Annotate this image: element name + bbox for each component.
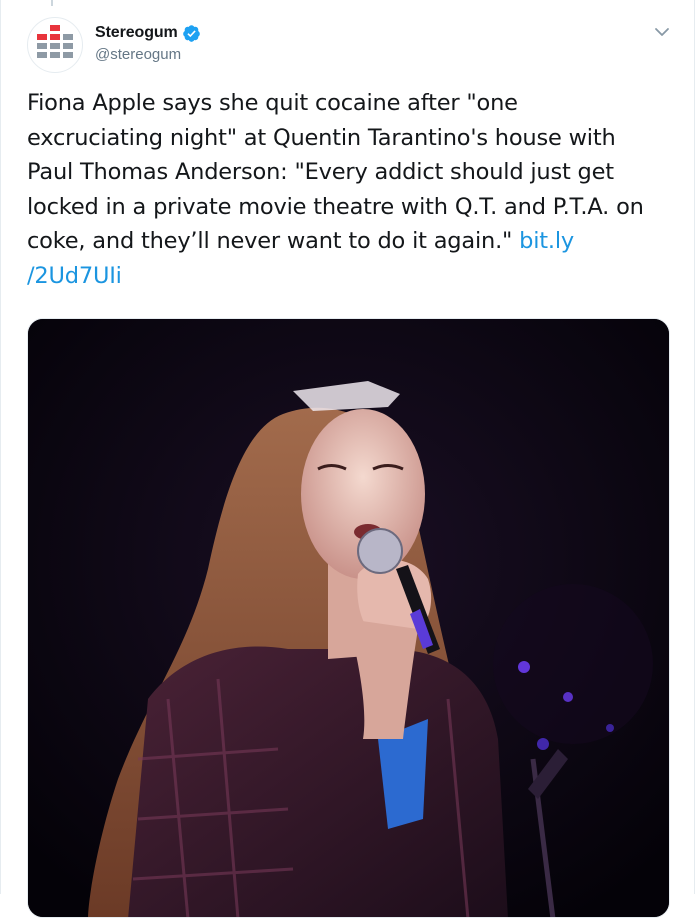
tweet-text-line: Fiona Apple says she quit cocaine after … — [27, 90, 518, 116]
tweet-link-continued[interactable]: /2Ud7UIi — [27, 263, 122, 289]
thread-line — [51, 0, 53, 6]
concert-photo-image — [28, 319, 669, 917]
tweet-photo[interactable] — [27, 318, 670, 918]
tweet-text-line: excruciating night" at Quentin Tarantino… — [27, 124, 616, 151]
tweet-text-line: locked in a private movie theatre with Q… — [27, 193, 644, 220]
tweet-link[interactable]: bit.ly — [519, 228, 574, 254]
user-info: Stereogum @stereogum — [95, 22, 201, 63]
tweet-text-line: coke, and they’ll never want to do it ag… — [27, 224, 677, 259]
display-name[interactable]: Stereogum — [95, 24, 178, 42]
user-handle[interactable]: @stereogum — [95, 46, 201, 63]
tweet-text-line-end: coke, and they’ll never want to do it ag… — [27, 228, 520, 254]
tweet-text-line: Paul Thomas Anderson: "Every addict shou… — [27, 159, 614, 185]
tweet-card: Stereogum @stereogum Fiona Apple says sh… — [0, 0, 695, 918]
tweet-text: Fiona Apple says she quit cocaine after … — [27, 86, 677, 293]
avatar[interactable] — [27, 17, 83, 73]
stereogum-logo-icon — [37, 25, 73, 58]
verified-badge-icon — [182, 24, 200, 42]
chevron-down-icon[interactable] — [652, 22, 672, 42]
tweet-text-line: /2Ud7UIi — [27, 259, 677, 294]
name-row: Stereogum — [95, 22, 201, 44]
